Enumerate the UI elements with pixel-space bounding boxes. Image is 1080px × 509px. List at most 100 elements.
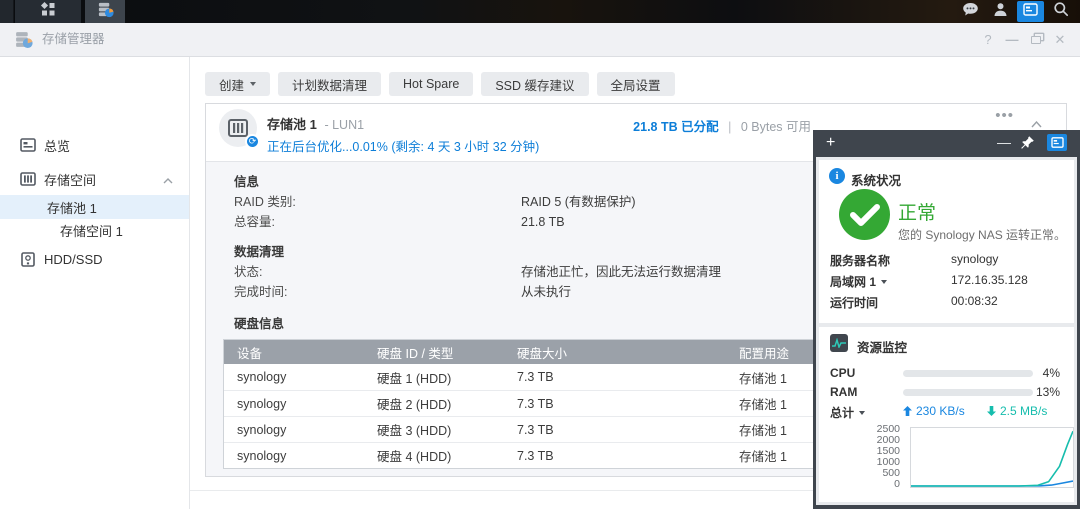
sidebar: 总览 存储空间 存储池 1 存储空间 1 [0, 57, 190, 509]
ram-label: RAM [830, 385, 857, 399]
pool-available: 0 Bytes 可用 [741, 120, 811, 134]
row-label: RAID 类别: [234, 192, 521, 212]
system-health-widget: i 系统状况 正常 您的 Synology NAS 运转正常。 服务器名称 sy… [819, 160, 1074, 323]
ellipsis-menu-button[interactable]: ••• [995, 107, 1014, 124]
notifications-button[interactable] [955, 0, 985, 23]
row-label: 状态: [234, 262, 521, 282]
cell-size: 7.3 TB [504, 423, 726, 437]
download-rate: 2.5 MB/s [987, 404, 1047, 418]
widget-panel: + — i 系统状况 [813, 130, 1080, 509]
add-widget-button[interactable]: + [826, 130, 835, 156]
storage-pool-title: 存储池 1 - LUN1 [267, 114, 364, 133]
search-icon [1053, 1, 1069, 22]
widgets-icon [1023, 3, 1038, 21]
sidebar-item-label: 存储空间 [44, 170, 96, 189]
widget-panel-header: + — [816, 130, 1077, 157]
button-label: 全局设置 [611, 75, 661, 94]
row-value: synology [951, 252, 998, 266]
row-value: 21.8 TB [521, 212, 565, 232]
sidebar-item-label: 存储池 1 [47, 198, 97, 217]
cpu-meter-row: CPU 4% [819, 364, 1074, 382]
widgets-toggle-button[interactable] [1017, 1, 1044, 22]
resource-monitor-icon [830, 334, 848, 352]
column-header: 硬盘大小 [504, 343, 726, 362]
uptime-row: 运行时间 00:08:32 [819, 291, 1074, 312]
widget-panel-minimize-button[interactable]: — [997, 130, 1011, 155]
caret-down-icon [250, 82, 256, 86]
cell-size: 7.3 TB [504, 449, 726, 463]
row-label: 总容量: [234, 212, 521, 232]
search-button[interactable] [1046, 0, 1076, 23]
maximize-button[interactable] [1024, 28, 1048, 52]
network-chart [910, 427, 1074, 488]
button-label: SSD 缓存建议 [495, 75, 574, 94]
cell-size: 7.3 TB [504, 397, 726, 411]
cell-disk-id: 硬盘 1 (HDD) [364, 368, 504, 387]
window-controls: ? — ✕ [976, 23, 1072, 56]
network-total-selector[interactable]: 总计 [830, 404, 865, 421]
ram-meter [903, 389, 1033, 396]
cell-device: synology [224, 397, 364, 411]
button-label: 计划数据清理 [292, 75, 367, 94]
row-label: 运行时间 [830, 294, 878, 311]
ram-meter-row: RAM 13% [819, 383, 1074, 401]
user-menu-button[interactable] [985, 0, 1015, 23]
pool-usage: 21.8 TB 已分配 | 0 Bytes 可用 [633, 116, 811, 135]
sidebar-item-label: 总览 [44, 136, 70, 155]
upload-rate: 230 KB/s [903, 404, 965, 418]
widgets-icon[interactable] [1047, 134, 1067, 151]
system-health-title: 系统状况 [851, 170, 901, 189]
volume-icon [20, 171, 36, 187]
overview-icon [20, 137, 36, 153]
download-value: 2.5 MB/s [1000, 404, 1047, 418]
create-button[interactable]: 创建 [205, 72, 270, 96]
button-label: Hot Spare [403, 77, 459, 91]
app-menu-icon [40, 1, 56, 22]
pool-name: 存储池 1 [267, 117, 317, 132]
row-label: 服务器名称 [830, 252, 890, 269]
global-settings-button[interactable]: 全局设置 [597, 72, 675, 96]
download-arrow-icon [987, 406, 996, 416]
scheduled-data-scrubbing-button[interactable]: 计划数据清理 [278, 72, 381, 96]
taskbar-tray [955, 0, 1076, 23]
network-total-row: 总计 230 KB/s 2.5 MB/s [819, 402, 1074, 420]
cell-disk-id: 硬盘 3 (HDD) [364, 420, 504, 439]
pool-lun: - LUN1 [324, 118, 364, 132]
sidebar-item-storage-pool-1[interactable]: 存储池 1 [0, 195, 189, 219]
minimize-button[interactable]: — [1000, 28, 1024, 52]
upload-value: 230 KB/s [916, 404, 965, 418]
help-button[interactable]: ? [976, 28, 1000, 52]
row-value: 172.16.35.128 [951, 273, 1028, 287]
close-button[interactable]: ✕ [1048, 28, 1072, 52]
sidebar-item-overview[interactable]: 总览 [0, 133, 189, 157]
usage-separator: | [728, 120, 731, 134]
column-header: 设备 [224, 343, 364, 362]
taskbar-storage-manager-button[interactable] [85, 0, 125, 23]
sidebar-item-label: 存储空间 1 [60, 221, 123, 240]
lan-selector[interactable]: 局域网 1 [830, 273, 887, 290]
ram-percent: 13% [1020, 385, 1060, 399]
cell-device: synology [224, 449, 364, 463]
pool-allocated: 21.8 TB 已分配 [633, 120, 718, 134]
column-header: 硬盘 ID / 类型 [364, 343, 504, 362]
storage-pool-icon: ⟳ [219, 109, 257, 147]
user-icon [993, 2, 1008, 22]
taskbar-edge-tile[interactable] [0, 0, 14, 23]
maximize-icon [1031, 36, 1041, 44]
pin-icon[interactable] [1020, 135, 1035, 155]
hot-spare-button[interactable]: Hot Spare [389, 72, 473, 96]
row-value: 从未执行 [521, 282, 571, 302]
row-label: 总计 [830, 404, 854, 421]
row-value: RAID 5 (有数据保护) [521, 192, 636, 212]
cell-disk-id: 硬盘 4 (HDD) [364, 446, 504, 465]
sidebar-item-hdd-ssd[interactable]: HDD/SSD [0, 247, 189, 271]
sidebar-item-volumes[interactable]: 存储空间 [0, 167, 189, 191]
sidebar-item-volume-1[interactable]: 存储空间 1 [0, 218, 189, 242]
pool-optimizing-status: 正在后台优化...0.01% (剩余: 4 天 3 小时 32 分钟) [267, 136, 539, 155]
main-menu-button[interactable] [15, 0, 81, 23]
sync-badge-icon: ⟳ [245, 134, 260, 149]
disk-icon [20, 251, 36, 267]
ssd-cache-advisor-button[interactable]: SSD 缓存建议 [481, 72, 588, 96]
create-button-label: 创建 [219, 75, 244, 94]
chevron-up-icon[interactable] [163, 172, 173, 187]
